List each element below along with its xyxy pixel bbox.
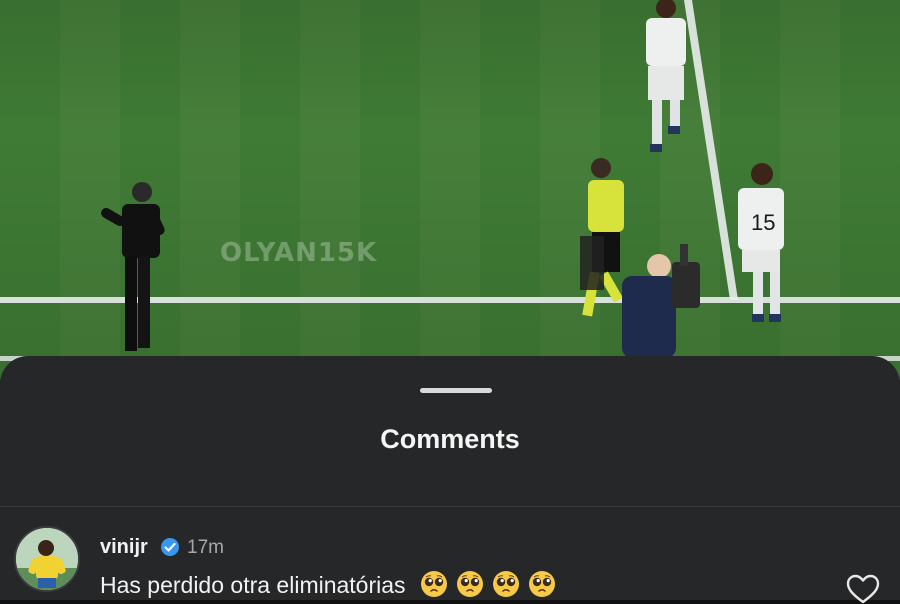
verified-badge-icon [161,538,179,556]
player-number: 15 [751,210,775,235]
referee-figure [580,158,624,317]
video-frame[interactable]: 15 OLYAN15K [0,0,900,380]
emoji-row [412,571,556,598]
player-white-top [646,0,686,152]
avatar-image [16,528,78,590]
comment-text: Has perdido otra eliminatórias [100,572,406,598]
pitch-scene: 15 [0,0,900,361]
sheet-title: Comments [380,424,520,454]
comment-timestamp: 17m [187,537,224,558]
sheet-divider [0,506,900,507]
pleading-face-emoji [456,571,483,597]
avatar[interactable] [14,526,80,592]
comment-item: vinijr 17m Has perdido otra eliminatória… [0,508,900,604]
comments-sheet: Comments vinijr 17m Has perdido otra eli… [0,356,900,604]
comment-username[interactable]: vinijr [100,536,148,559]
cameraman-figure [622,244,700,358]
pleading-face-emoji [492,571,519,597]
pleading-face-emoji [528,571,555,597]
sheet-drag-handle[interactable] [420,388,492,393]
comment-body: Has perdido otra eliminatórias [100,570,556,599]
coach-figure [101,182,165,351]
watermark-text: OLYAN15K [220,238,378,268]
pleading-face-emoji [420,571,447,597]
halfway-line [684,0,738,300]
